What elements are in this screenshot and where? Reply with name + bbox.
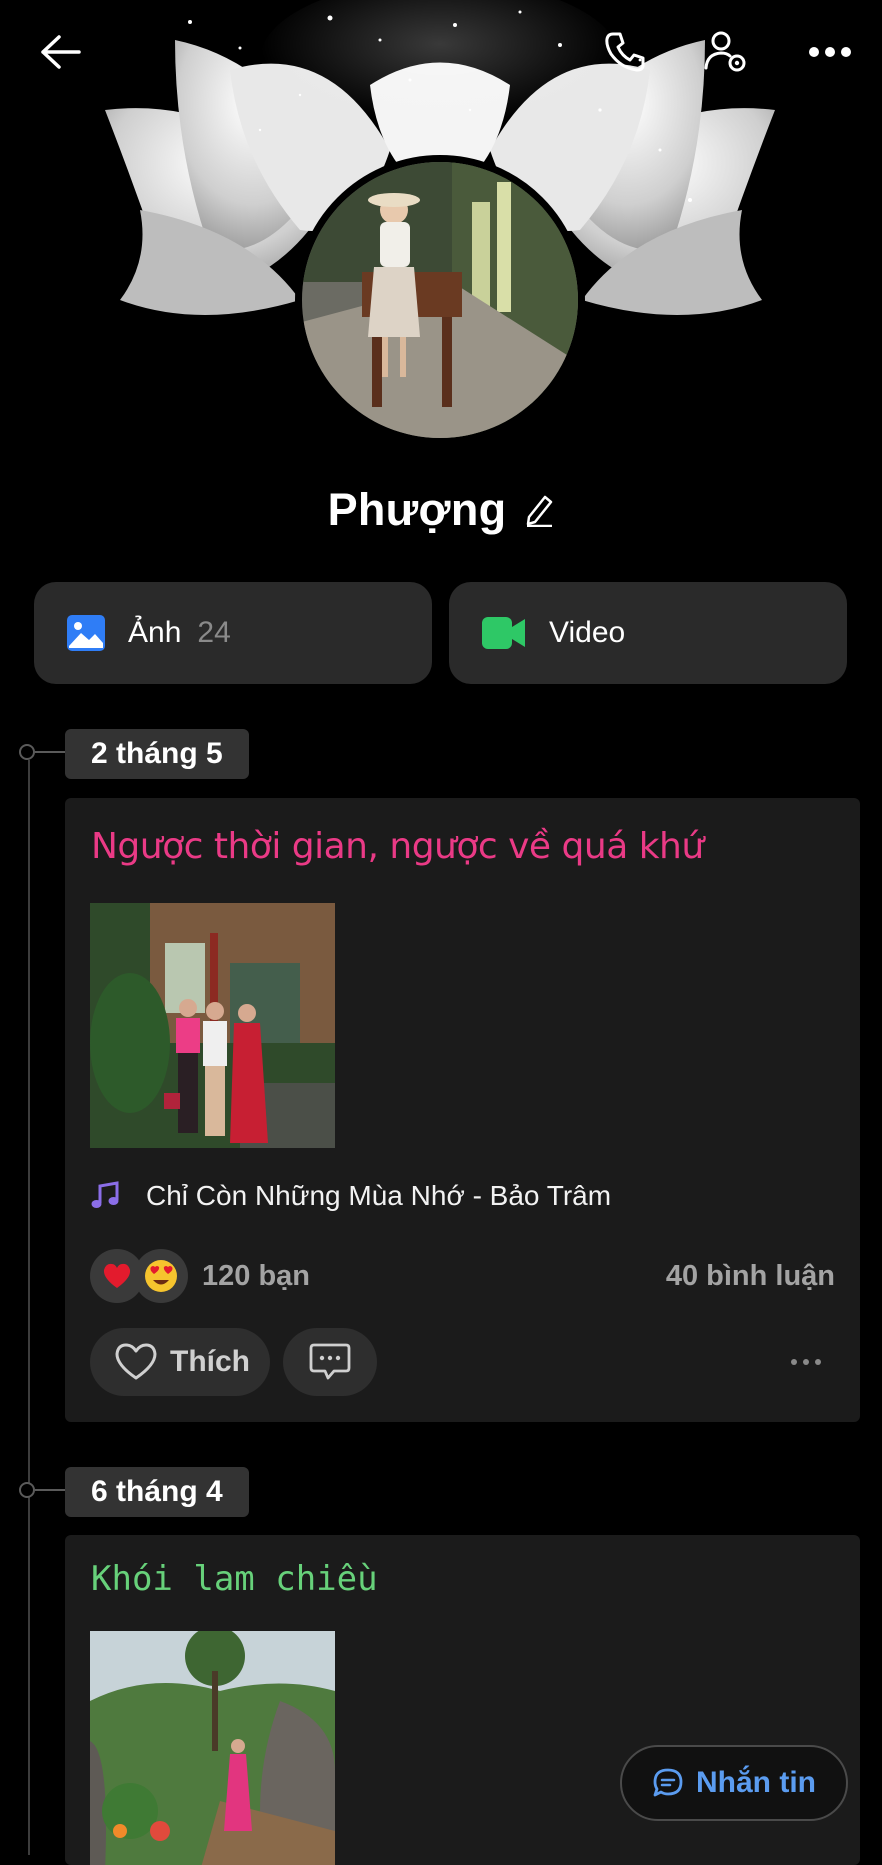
profile-name: Phượng: [327, 484, 507, 535]
heart-reaction-icon: [103, 1263, 131, 1288]
edit-name-button[interactable]: [524, 493, 554, 527]
profile-name-row: Phượng: [0, 478, 882, 542]
phone-icon: [605, 32, 645, 72]
music-note-icon: [91, 1181, 119, 1208]
back-arrow-icon: [41, 35, 81, 69]
avatar[interactable]: [295, 155, 585, 445]
post-card[interactable]: Ngược thời gian, ngược về quá khứ Chỉ Cò…: [65, 798, 860, 1422]
avatar-photo: [302, 162, 578, 438]
photos-button[interactable]: Ảnh 24: [34, 582, 432, 684]
more-icon: [809, 47, 851, 57]
like-label: Thích: [170, 1345, 250, 1378]
more-dot: [791, 1359, 797, 1365]
message-button[interactable]: Nhắn tin: [620, 1745, 848, 1821]
post-photo[interactable]: [90, 903, 335, 1148]
timeline-line: [28, 760, 30, 1855]
heart-eyes-reaction-icon: [145, 1260, 177, 1292]
music-title: Chỉ Còn Những Mùa Nhớ - Bảo Trâm: [146, 1180, 612, 1211]
more-dot: [815, 1359, 821, 1365]
photos-label: Ảnh: [128, 616, 182, 649]
post-date-label: 2 tháng 5: [65, 729, 249, 779]
timeline-connector: [35, 751, 65, 753]
video-camera-icon: [482, 617, 525, 649]
reactions-count[interactable]: 120 bạn: [202, 1260, 310, 1293]
post-more-button[interactable]: [781, 1350, 831, 1374]
video-button[interactable]: Video: [449, 582, 847, 684]
comments-count[interactable]: 40 bình luận: [666, 1260, 835, 1293]
like-button[interactable]: Thích: [90, 1328, 270, 1396]
post-photo-image: [90, 1631, 335, 1865]
post-date-label: 6 tháng 4: [65, 1467, 249, 1517]
comment-button[interactable]: [283, 1328, 377, 1396]
call-button[interactable]: [595, 22, 655, 82]
post-photo-image: [90, 903, 335, 1148]
photos-count: 24: [197, 616, 231, 649]
post-music[interactable]: Chỉ Còn Những Mùa Nhớ - Bảo Trâm: [90, 1180, 611, 1212]
video-label: Video: [549, 616, 626, 649]
reactions-row: 120 bạn 40 bình luận: [90, 1248, 835, 1304]
chat-bubble-icon: [653, 1768, 683, 1797]
profile-settings-button[interactable]: [697, 22, 757, 82]
user-settings-icon: [704, 31, 746, 72]
comment-icon: [309, 1343, 351, 1380]
timeline-dot: [19, 1482, 35, 1498]
more-options-button[interactable]: [800, 22, 860, 82]
image-icon: [67, 615, 105, 651]
message-label: Nhắn tin: [696, 1766, 816, 1799]
back-button[interactable]: [30, 22, 90, 82]
post-title: Khói lam chiều: [91, 1559, 378, 1599]
post-photo[interactable]: [90, 1631, 335, 1865]
timeline-dot: [19, 744, 35, 760]
reaction-heart-eyes[interactable]: [134, 1249, 188, 1303]
more-dot: [803, 1359, 809, 1365]
timeline-connector: [35, 1489, 65, 1491]
post-title: Ngược thời gian, ngược về quá khứ: [91, 826, 704, 867]
heart-outline-icon: [115, 1343, 157, 1380]
edit-pencil-icon: [527, 495, 553, 527]
